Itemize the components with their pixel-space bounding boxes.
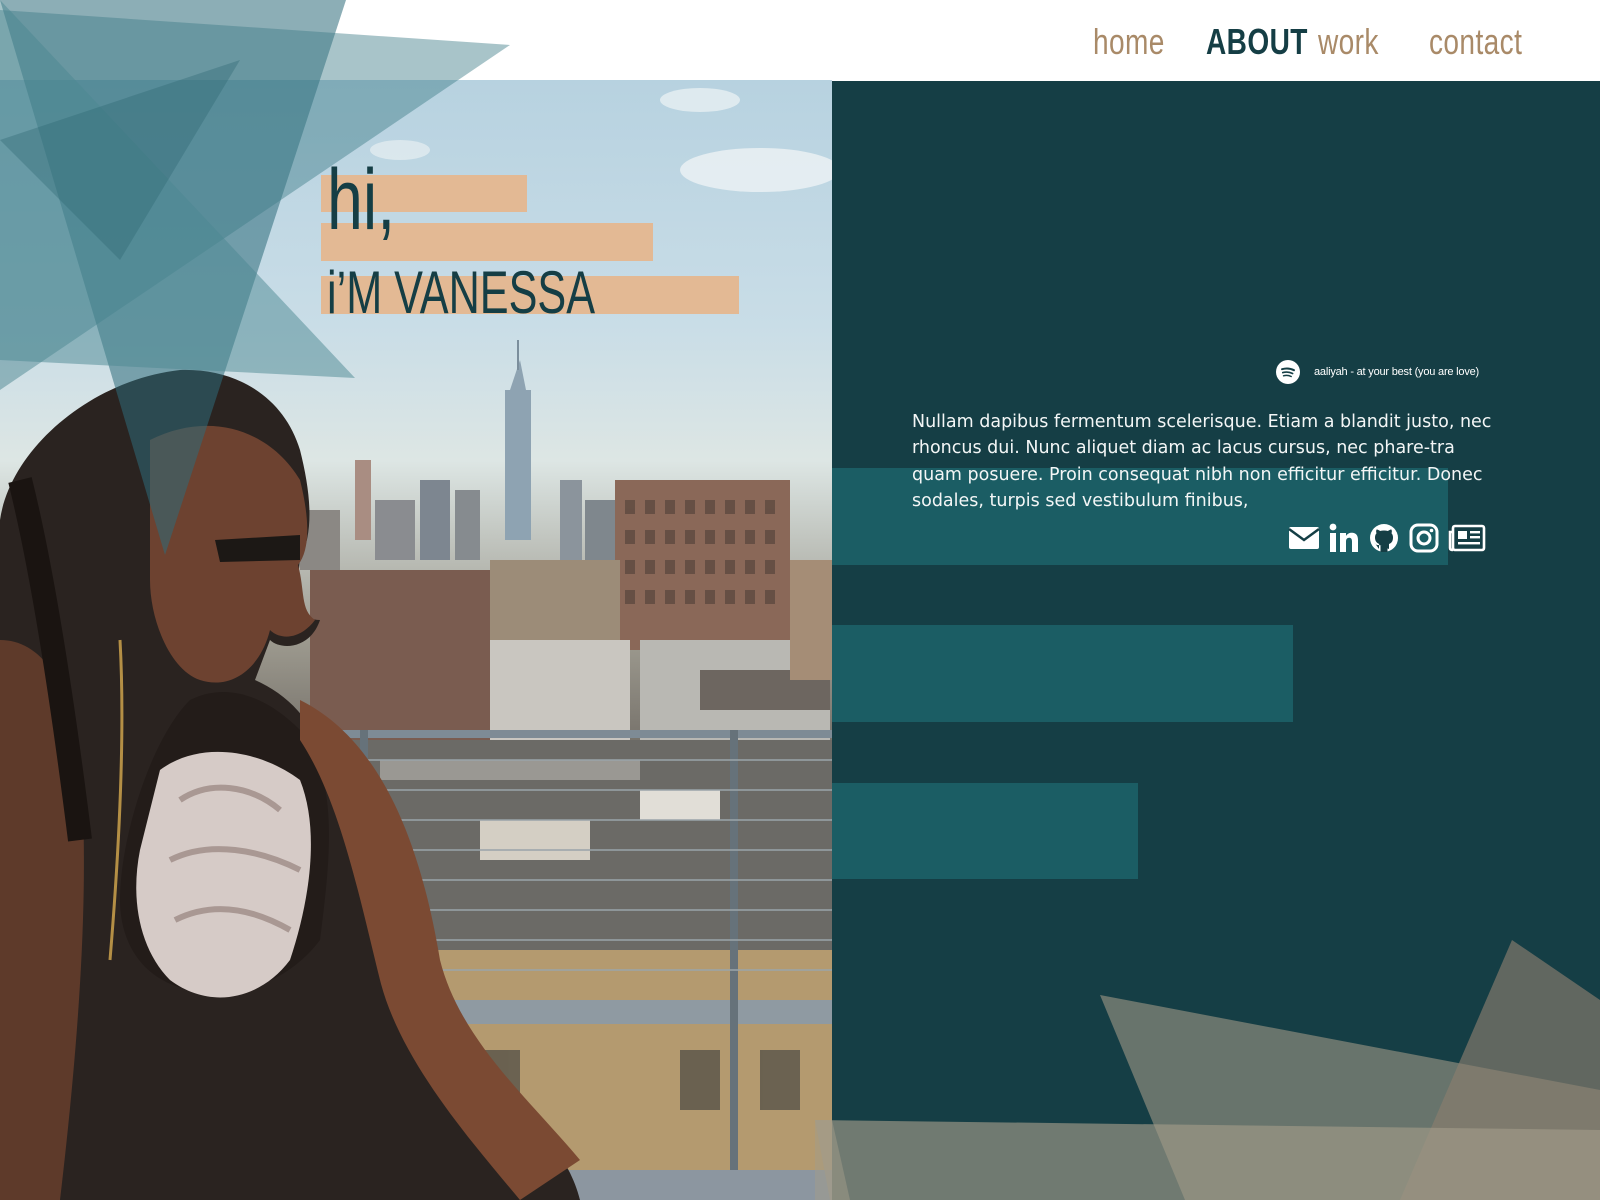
linkedin-icon[interactable]	[1328, 522, 1360, 554]
name-heading: i’M VANESSA	[327, 259, 596, 326]
greeting-heading: hi,	[327, 152, 396, 248]
nav-home-link[interactable]: home	[1093, 22, 1165, 62]
about-panel	[832, 81, 1600, 1200]
social-links	[1288, 522, 1486, 554]
top-nav: home ABOUT work contact	[0, 0, 1600, 80]
github-icon[interactable]	[1368, 522, 1400, 554]
nav-about-link[interactable]: ABOUT	[1206, 22, 1308, 62]
instagram-icon[interactable]	[1408, 522, 1440, 554]
spotify-icon[interactable]	[1276, 360, 1300, 384]
bio-text: Nullam dapibus fermentum scelerisque. Et…	[912, 412, 1492, 511]
nav-contact-link[interactable]: contact	[1429, 22, 1522, 62]
decor-bar-3	[832, 783, 1138, 879]
nav-work-link[interactable]: work	[1318, 22, 1379, 62]
newspaper-icon[interactable]	[1448, 522, 1486, 554]
now-playing-track: aaliyah - at your best (you are love)	[1314, 366, 1480, 378]
envelope-icon[interactable]	[1288, 522, 1320, 554]
now-playing: aaliyah - at your best (you are love)	[1276, 359, 1479, 385]
decor-bar-2	[832, 625, 1293, 722]
